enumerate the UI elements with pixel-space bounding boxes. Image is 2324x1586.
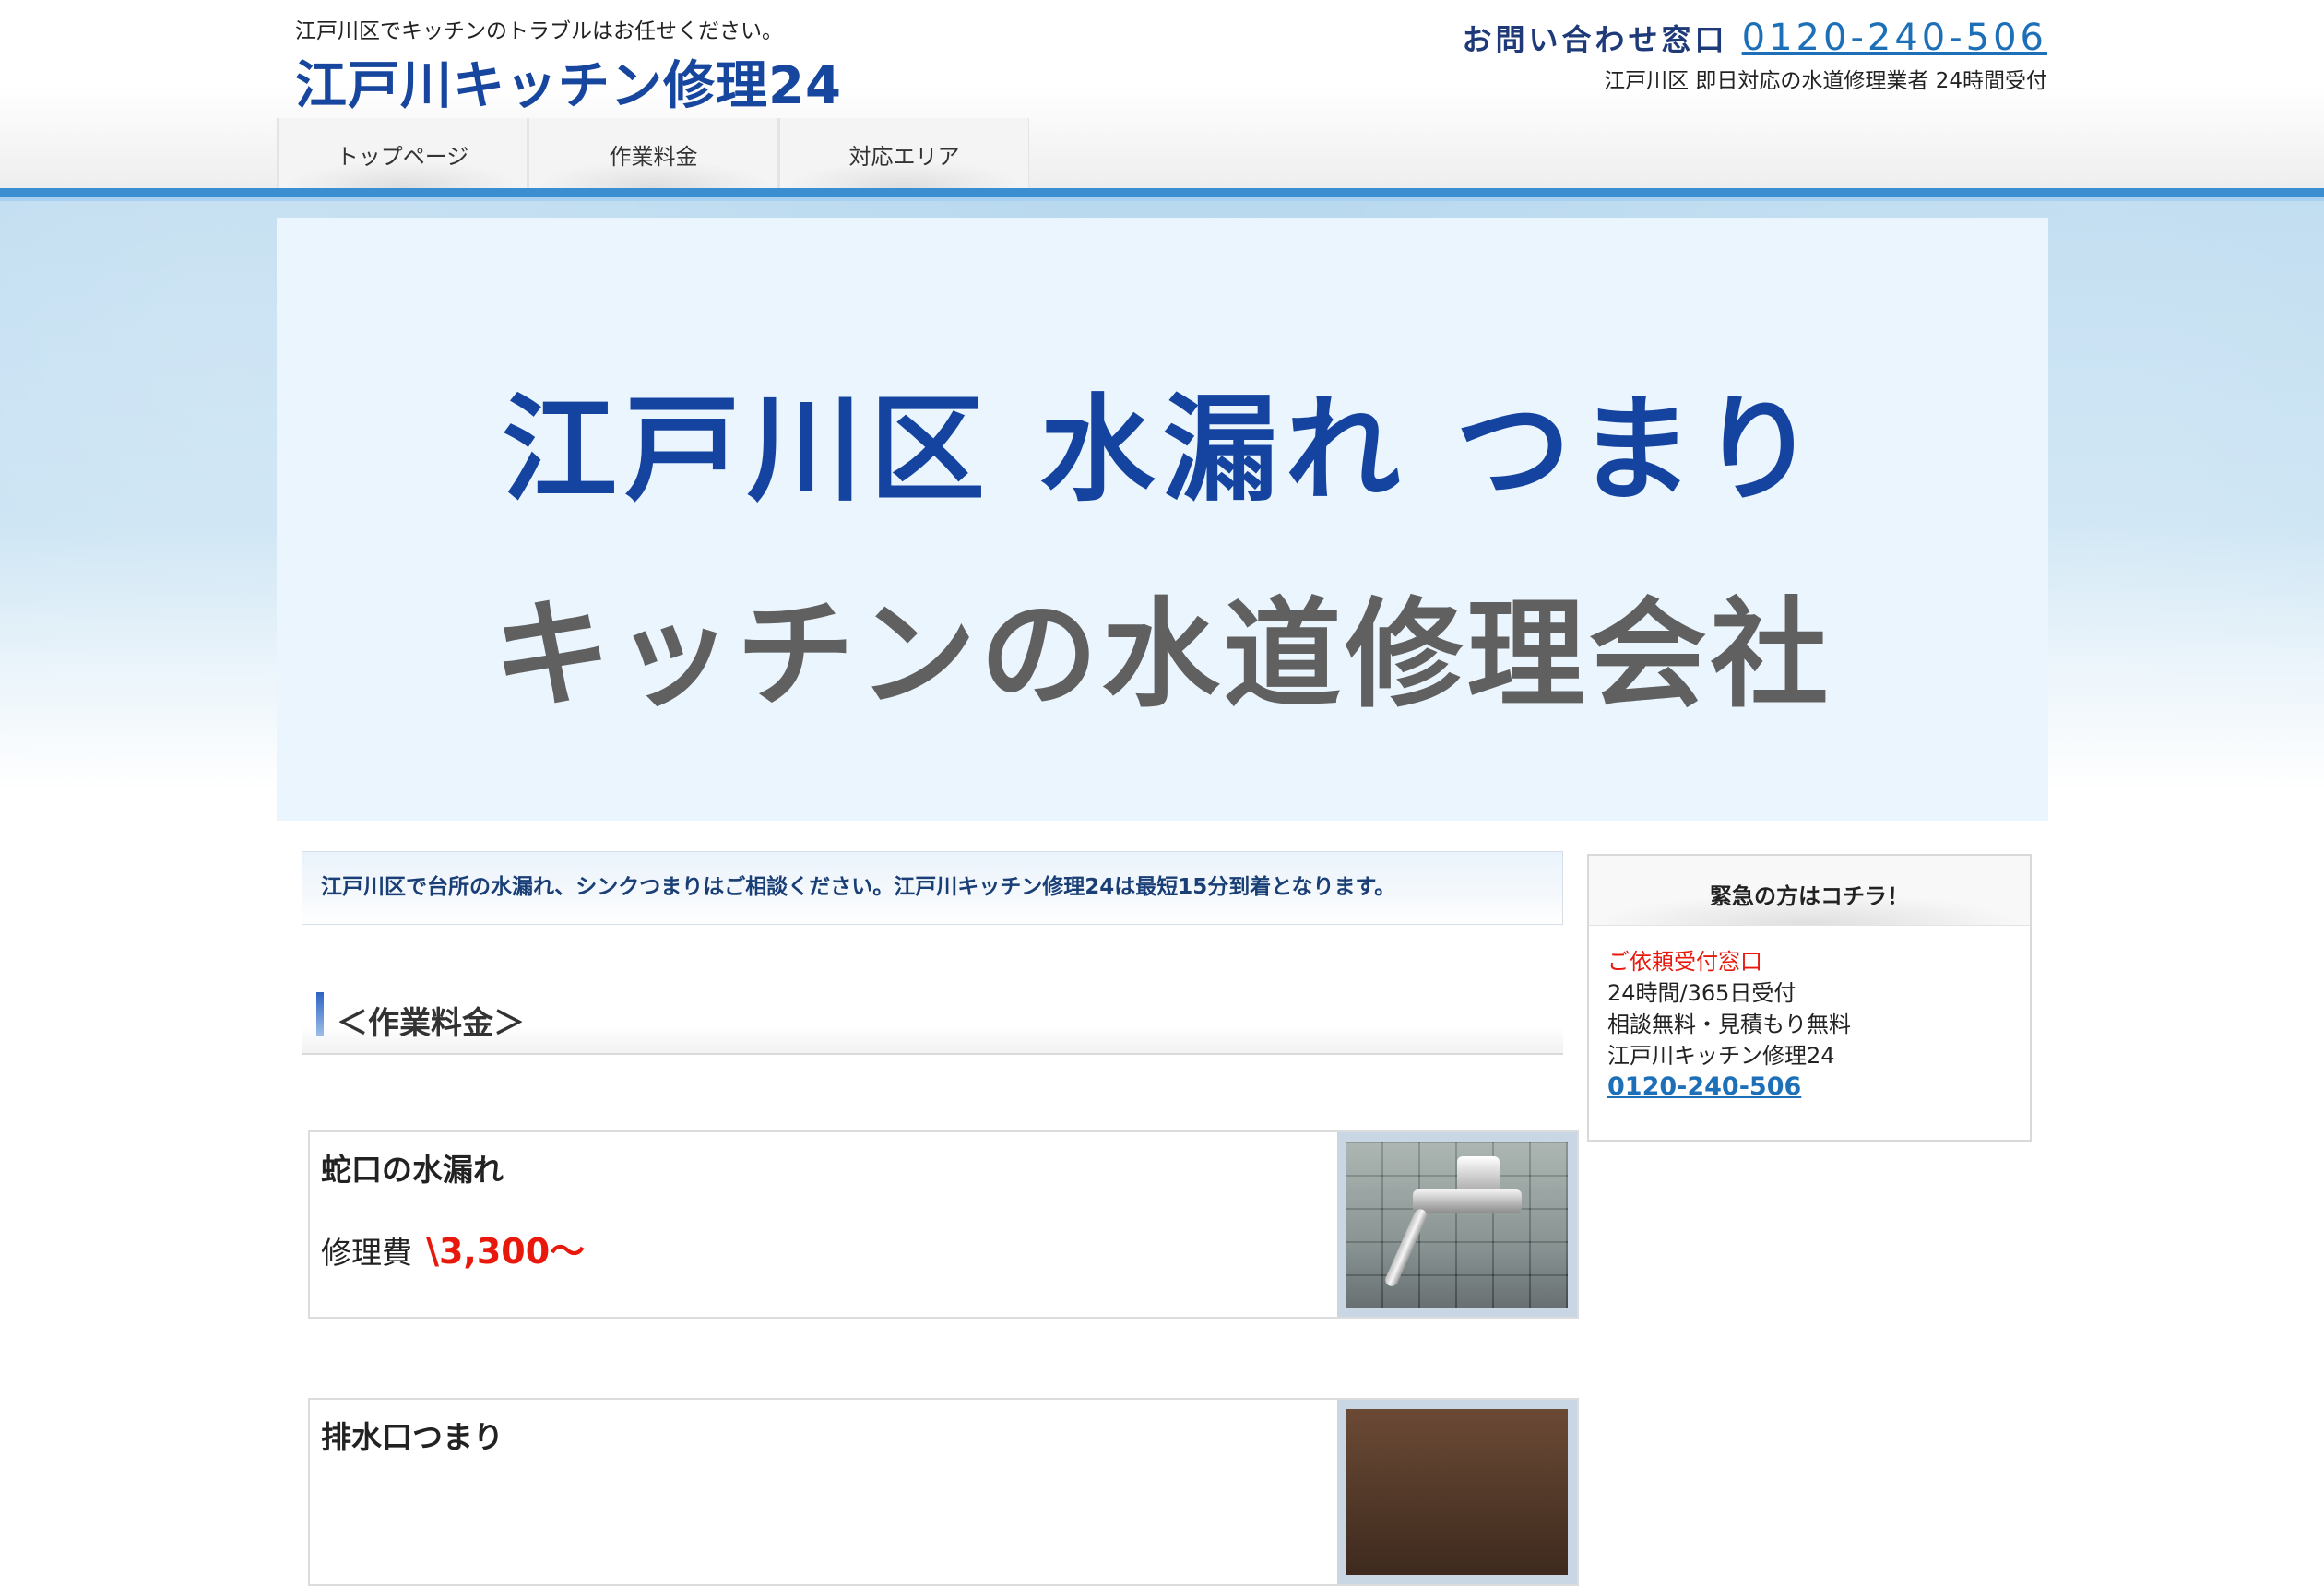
sidebar-line-reception: ご依頼受付窓口	[1607, 949, 1762, 975]
sidebar-body: ご依頼受付窓口 24時間/365日受付 相談無料・見積もり無料 江戸川キッチン修…	[1607, 946, 1851, 1103]
section-heading-bar	[316, 992, 324, 1036]
header-tagline: 江戸川区でキッチンのトラブルはお任せください。	[295, 19, 783, 43]
emergency-sidebar: 緊急の方はコチラ！ ご依頼受付窓口 24時間/365日受付 相談無料・見積もり無…	[1587, 854, 2032, 1142]
price-card: 蛇口の水漏れ 修理費 \3,300〜	[308, 1130, 1579, 1319]
hero-banner: 江戸川区 水漏れ つまり キッチンの水道修理会社	[277, 218, 2048, 821]
price-card: 排水口つまり	[308, 1398, 1579, 1586]
contact-subtext: 江戸川区 即日対応の水道修理業者 24時間受付	[1604, 69, 2047, 93]
section-title: ＜作業料金＞	[337, 1005, 525, 1042]
sidebar-title: 緊急の方はコチラ！	[1710, 883, 1909, 909]
price-value: \3,300〜	[426, 1231, 586, 1272]
nav-item-pricing[interactable]: 作業料金	[528, 118, 778, 188]
sidebar-line-hours: 24時間/365日受付	[1607, 980, 1796, 1006]
price-card-title: 排水口つまり	[321, 1419, 504, 1455]
site-header: 江戸川区でキッチンのトラブルはお任せください。 江戸川キッチン修理24 お問い合…	[0, 0, 2324, 189]
contact-phone-link[interactable]: 0120-240-506	[1742, 17, 2047, 59]
intro-text: 江戸川区で台所の水漏れ、シンクつまりはご相談ください。江戸川キッチン修理24は最…	[321, 875, 1396, 899]
nav-item-area[interactable]: 対応エリア	[778, 118, 1029, 188]
section-heading: ＜作業料金＞	[302, 985, 1563, 1055]
nav-item-top[interactable]: トップページ	[277, 118, 528, 188]
price-label: 修理費	[321, 1235, 412, 1271]
price-row: 修理費 \3,300〜	[321, 1223, 585, 1273]
header-divider	[0, 188, 2324, 197]
site-logo[interactable]: 江戸川キッチン修理24	[295, 44, 842, 119]
sidebar-phone-link[interactable]: 0120-240-506	[1607, 1071, 1851, 1103]
header-contact: お問い合わせ窓口 0120-240-506	[1463, 17, 2047, 59]
sidebar-line-company: 江戸川キッチン修理24	[1607, 1043, 1835, 1069]
price-card-title: 蛇口の水漏れ	[321, 1152, 504, 1188]
hero-headline: 江戸川区 水漏れ つまり	[501, 384, 1824, 517]
contact-label: お問い合わせ窓口	[1462, 22, 1728, 57]
hero-subheadline: キッチンの水道修理会社	[492, 586, 1832, 724]
main-nav: トップページ 作業料金 対応エリア	[277, 118, 1029, 188]
intro-box: 江戸川区で台所の水漏れ、シンクつまりはご相談ください。江戸川キッチン修理24は最…	[302, 851, 1563, 925]
drain-photo	[1337, 1400, 1577, 1584]
sidebar-header: 緊急の方はコチラ！	[1589, 856, 2030, 926]
faucet-photo	[1337, 1132, 1577, 1317]
sidebar-line-free: 相談無料・見積もり無料	[1607, 1012, 1851, 1037]
